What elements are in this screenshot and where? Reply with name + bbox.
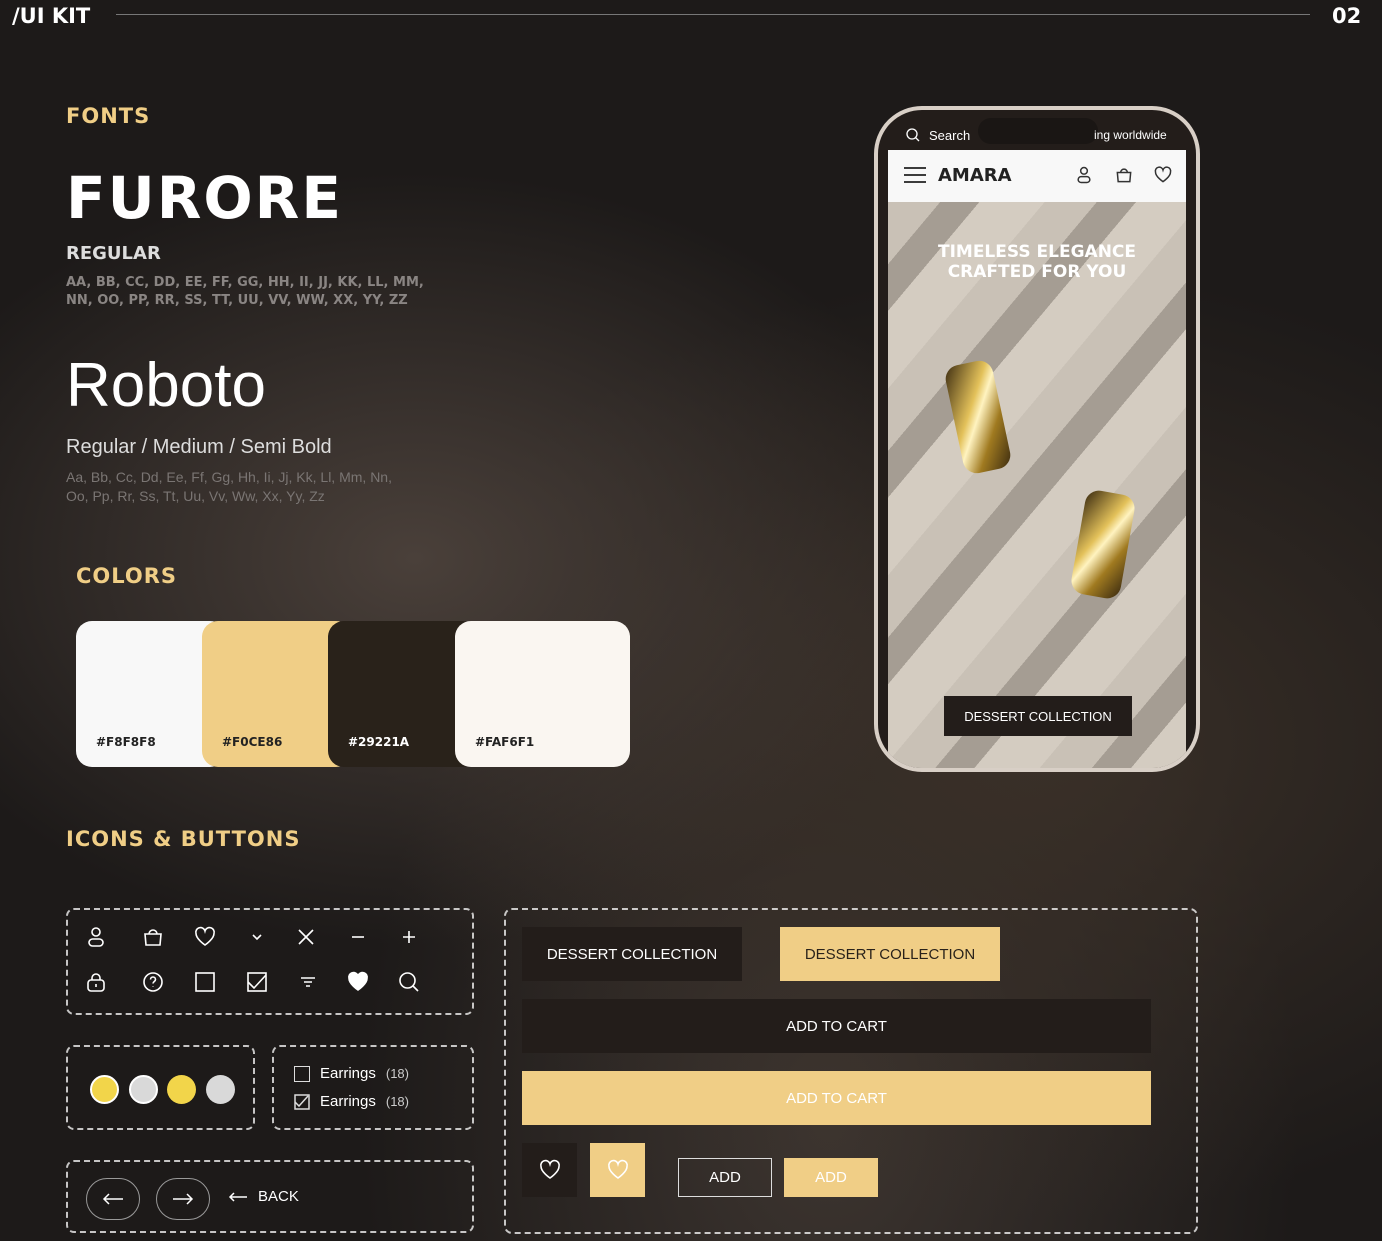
arrow-left-icon <box>102 1193 123 1205</box>
phone-notch <box>978 118 1098 144</box>
back-button[interactable]: BACK <box>228 1188 299 1205</box>
font2-sample: Aa, Bb, Cc, Dd, Ee, Ff, Gg, Hh, Ii, Jj, … <box>66 469 392 504</box>
ring-image <box>943 358 1013 476</box>
filter-earrings-checked[interactable]: Earrings (18) <box>294 1093 409 1110</box>
dessert-collection-gold-button[interactable]: DESSERT COLLECTION <box>780 927 1000 981</box>
checkbox-checked-icon[interactable] <box>294 1093 310 1110</box>
ring-image <box>1069 488 1137 601</box>
section-colors: COLORS <box>76 564 178 588</box>
heart-icon <box>539 1159 560 1179</box>
section-fonts: FONTS <box>66 104 151 128</box>
section-icons-buttons: ICONS & BUTTONS <box>66 827 301 851</box>
hero-heading: TIMELESS ELEGANCE CRAFTED FOR YOU <box>937 242 1137 282</box>
minus-icon <box>346 925 370 949</box>
plus-icon <box>397 925 421 949</box>
user-icon[interactable] <box>1074 165 1094 185</box>
heart-icon[interactable] <box>1153 165 1173 185</box>
user-icon <box>84 925 108 949</box>
color-dot-yellow[interactable] <box>90 1075 119 1104</box>
phone-mockup: Search ing worldwide AMARA TIMELESS ELEG… <box>874 106 1200 772</box>
header-divider <box>116 14 1310 15</box>
arrow-left-button[interactable] <box>86 1178 140 1220</box>
kit-title: /UI KIT <box>12 4 91 28</box>
filter-icon <box>296 970 320 994</box>
phone-navbar: AMARA <box>888 150 1186 202</box>
page-number: 02 <box>1332 4 1362 28</box>
add-outline-button[interactable]: ADD <box>678 1158 772 1197</box>
bag-icon <box>141 925 165 949</box>
heart-icon <box>607 1159 628 1179</box>
search-icon <box>906 128 920 142</box>
lock-icon <box>84 970 108 994</box>
color-dot-silver[interactable] <box>129 1075 158 1104</box>
add-gold-button[interactable]: ADD <box>784 1158 878 1197</box>
checkbox-empty-icon <box>193 970 217 994</box>
checkbox-checked-icon <box>245 970 269 994</box>
add-to-cart-gold-button[interactable]: ADD TO CART <box>522 1071 1151 1125</box>
arrow-left-icon <box>228 1191 247 1202</box>
shipping-text: ing worldwide <box>1094 128 1167 142</box>
phone-cta-button[interactable]: DESSERT COLLECTION <box>944 696 1132 736</box>
arrow-right-icon <box>173 1193 194 1205</box>
chevron-down-icon <box>245 925 269 949</box>
wishlist-gold-button[interactable] <box>590 1143 645 1197</box>
phone-search[interactable]: Search <box>905 127 970 143</box>
filter-earrings[interactable]: Earrings (18) <box>294 1065 409 1082</box>
font1-weight: REGULAR <box>66 243 161 264</box>
search-icon <box>397 970 421 994</box>
heart-icon <box>193 925 217 949</box>
arrow-right-button[interactable] <box>156 1178 210 1220</box>
hero-image <box>888 202 1186 768</box>
filter-panel <box>272 1045 474 1130</box>
brand-logo: AMARA <box>938 165 1012 186</box>
bag-icon[interactable] <box>1114 165 1134 185</box>
font2-weights: Regular / Medium / Semi Bold <box>66 436 332 458</box>
color-dot-silver[interactable] <box>206 1075 235 1104</box>
close-icon <box>294 925 318 949</box>
heart-filled-icon <box>346 970 370 994</box>
font2-name: Roboto <box>66 351 266 420</box>
swatch-faf6f1: #FAF6F1 <box>455 621 630 767</box>
help-icon <box>141 970 165 994</box>
wishlist-dark-button[interactable] <box>522 1143 577 1197</box>
font1-sample: AA, BB, CC, DD, EE, FF, GG, HH, II, JJ, … <box>66 275 424 308</box>
dessert-collection-dark-button[interactable]: DESSERT COLLECTION <box>522 927 742 981</box>
font1-name: FURORE <box>66 164 343 232</box>
add-to-cart-dark-button[interactable]: ADD TO CART <box>522 999 1151 1053</box>
color-dot-yellow[interactable] <box>167 1075 196 1104</box>
menu-icon[interactable] <box>904 166 926 184</box>
checkbox-empty-icon[interactable] <box>294 1065 310 1082</box>
